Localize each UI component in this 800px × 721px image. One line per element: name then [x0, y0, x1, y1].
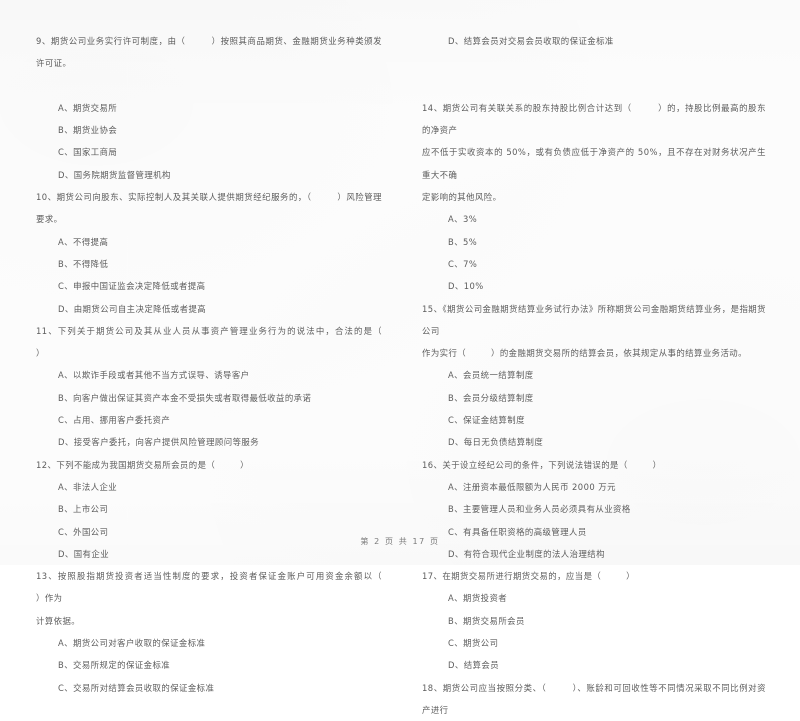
question-14-option-a: A、3% — [448, 214, 478, 225]
question-17-option-c: C、期货公司 — [448, 638, 499, 649]
question-11: 11、下列关于期货公司及其从业人员从事资产管理业务行为的说法中，合法的是（ ） … — [36, 320, 382, 454]
question-18: 18、期货公司应当按照分类、（ ）、账龄和可回收性等不同情况采取不同比例对资产进… — [422, 677, 766, 721]
question-16-stem: 16、关于设立经纪公司的条件，下列说法错误的是（ ） — [422, 459, 662, 470]
question-9-stem: 9、期货公司业务实行许可制度，由（ ）按照其商品期货、金融期货业务种类颁发许可证… — [36, 36, 382, 69]
question-16-option-a: A、注册资本最低限额为人民币 2000 万元 — [448, 481, 616, 492]
question-14-option-d: D、10% — [448, 281, 484, 292]
question-11-option-d: D、接受客户委托，向客户提供风险管理顾问等服务 — [58, 437, 260, 448]
question-11-option-b: B、向客户做出保证其资产本金不受损失或者取得最低收益的承诺 — [58, 392, 312, 403]
question-17: 17、在期货交易所进行期货交易的，应当是（ ） A、期货投资者 B、期货交易所会… — [422, 565, 766, 676]
question-14-option-b: B、5% — [448, 236, 478, 247]
question-12-option-b: B、上市公司 — [58, 504, 109, 515]
question-9-option-d: D、国务院期货监督管理机构 — [58, 169, 171, 180]
question-11-option-c: C、占用、挪用客户委托资产 — [58, 415, 171, 426]
left-column: 9、期货公司业务实行许可制度，由（ ）按照其商品期货、金融期货业务种类颁发许可证… — [0, 30, 400, 693]
question-9-option-a: A、期货交易所 — [58, 102, 118, 113]
question-10-stem: 10、期货公司向股东、实际控制人及其关联人提供期货经纪服务的，（ ）风险管理要求… — [36, 192, 382, 225]
page-footer: 第 2 页 共 17 页 — [360, 537, 440, 546]
question-12: 12、下列不能成为我国期货交易所会员的是（ ） A、非法人企业 B、上市公司 C… — [36, 454, 382, 565]
question-13: 13、按照股指期货投资者适当性制度的要求，投资者保证金账户可用资金余额以（ ）作… — [36, 565, 382, 699]
question-15-option-c: C、保证金结算制度 — [448, 415, 525, 426]
question-17-option-a: A、期货投资者 — [448, 593, 508, 604]
document-page: 9、期货公司业务实行许可制度，由（ ）按照其商品期货、金融期货业务种类颁发许可证… — [0, 0, 800, 715]
question-9: 9、期货公司业务实行许可制度，由（ ）按照其商品期货、金融期货业务种类颁发许可证… — [36, 30, 382, 186]
question-13-stem: 13、按照股指期货投资者适当性制度的要求，投资者保证金账户可用资金余额以（ ）作… — [36, 571, 382, 626]
question-13-option-c: C、交易所对结算会员收取的保证金标准 — [58, 682, 215, 693]
question-10-option-b: B、不得降低 — [58, 258, 109, 269]
question-13-option-b: B、交易所规定的保证金标准 — [58, 660, 171, 671]
question-17-option-b: B、期货交易所会员 — [448, 615, 525, 626]
question-12-stem: 12、下列不能成为我国期货交易所会员的是（ ） — [36, 459, 249, 470]
question-14-stem: 14、期货公司有关联关系的股东持股比例合计达到（ ）的，持股比例最高的股东的净资… — [422, 102, 766, 203]
right-column: D、结算会员对交易会员收取的保证金标准 14、期货公司有关联关系的股东持股比例合… — [400, 30, 800, 715]
question-15: 15、《期货公司金融期货结算业务试行办法》所称期货公司金融期货结算业务，是指期货… — [422, 298, 766, 454]
question-9-option-b: B、期货业协会 — [58, 125, 118, 136]
question-17-option-d: D、结算会员 — [448, 660, 500, 671]
two-column-body: 9、期货公司业务实行许可制度，由（ ）按照其商品期货、金融期货业务种类颁发许可证… — [0, 30, 800, 715]
question-16: 16、关于设立经纪公司的条件，下列说法错误的是（ ） A、注册资本最低限额为人民… — [422, 454, 766, 565]
question-13-option-a: A、期货公司对客户收取的保证金标准 — [58, 638, 206, 649]
question-12-option-a: A、非法人企业 — [58, 481, 118, 492]
question-10: 10、期货公司向股东、实际控制人及其关联人提供期货经纪服务的，（ ）风险管理要求… — [36, 186, 382, 320]
question-9-option-c: C、国家工商局 — [58, 147, 118, 158]
question-14: 14、期货公司有关联关系的股东持股比例合计达到（ ）的，持股比例最高的股东的净资… — [422, 97, 766, 298]
question-10-option-c: C、申报中国证监会决定降低或者提高 — [58, 281, 206, 292]
question-14-option-c: C、7% — [448, 258, 478, 269]
question-10-option-d: D、由期货公司自主决定降低或者提高 — [58, 303, 207, 314]
question-15-stem: 15、《期货公司金融期货结算业务试行办法》所称期货公司金融期货结算业务，是指期货… — [422, 303, 766, 359]
question-15-option-b: B、会员分级结算制度 — [448, 392, 534, 403]
question-15-option-d: D、每日无负债结算制度 — [448, 437, 544, 448]
question-18-stem: 18、期货公司应当按照分类、（ ）、账龄和可回收性等不同情况采取不同比例对资产进… — [422, 682, 766, 715]
question-10-option-a: A、不得提高 — [58, 236, 109, 247]
continued-option-d: D、结算会员对交易会员收取的保证金标准 — [448, 36, 614, 46]
question-15-option-a: A、会员统一结算制度 — [448, 370, 534, 381]
question-17-stem: 17、在期货交易所进行期货交易的，应当是（ ） — [422, 571, 635, 582]
question-11-stem: 11、下列关于期货公司及其从业人员从事资产管理业务行为的说法中，合法的是（ ） — [36, 325, 407, 359]
question-16-option-b: B、主要管理人员和业务人员必须具有从业资格 — [448, 504, 631, 515]
question-11-option-a: A、以欺诈手段或者其他不当方式误导、诱导客户 — [58, 370, 250, 381]
